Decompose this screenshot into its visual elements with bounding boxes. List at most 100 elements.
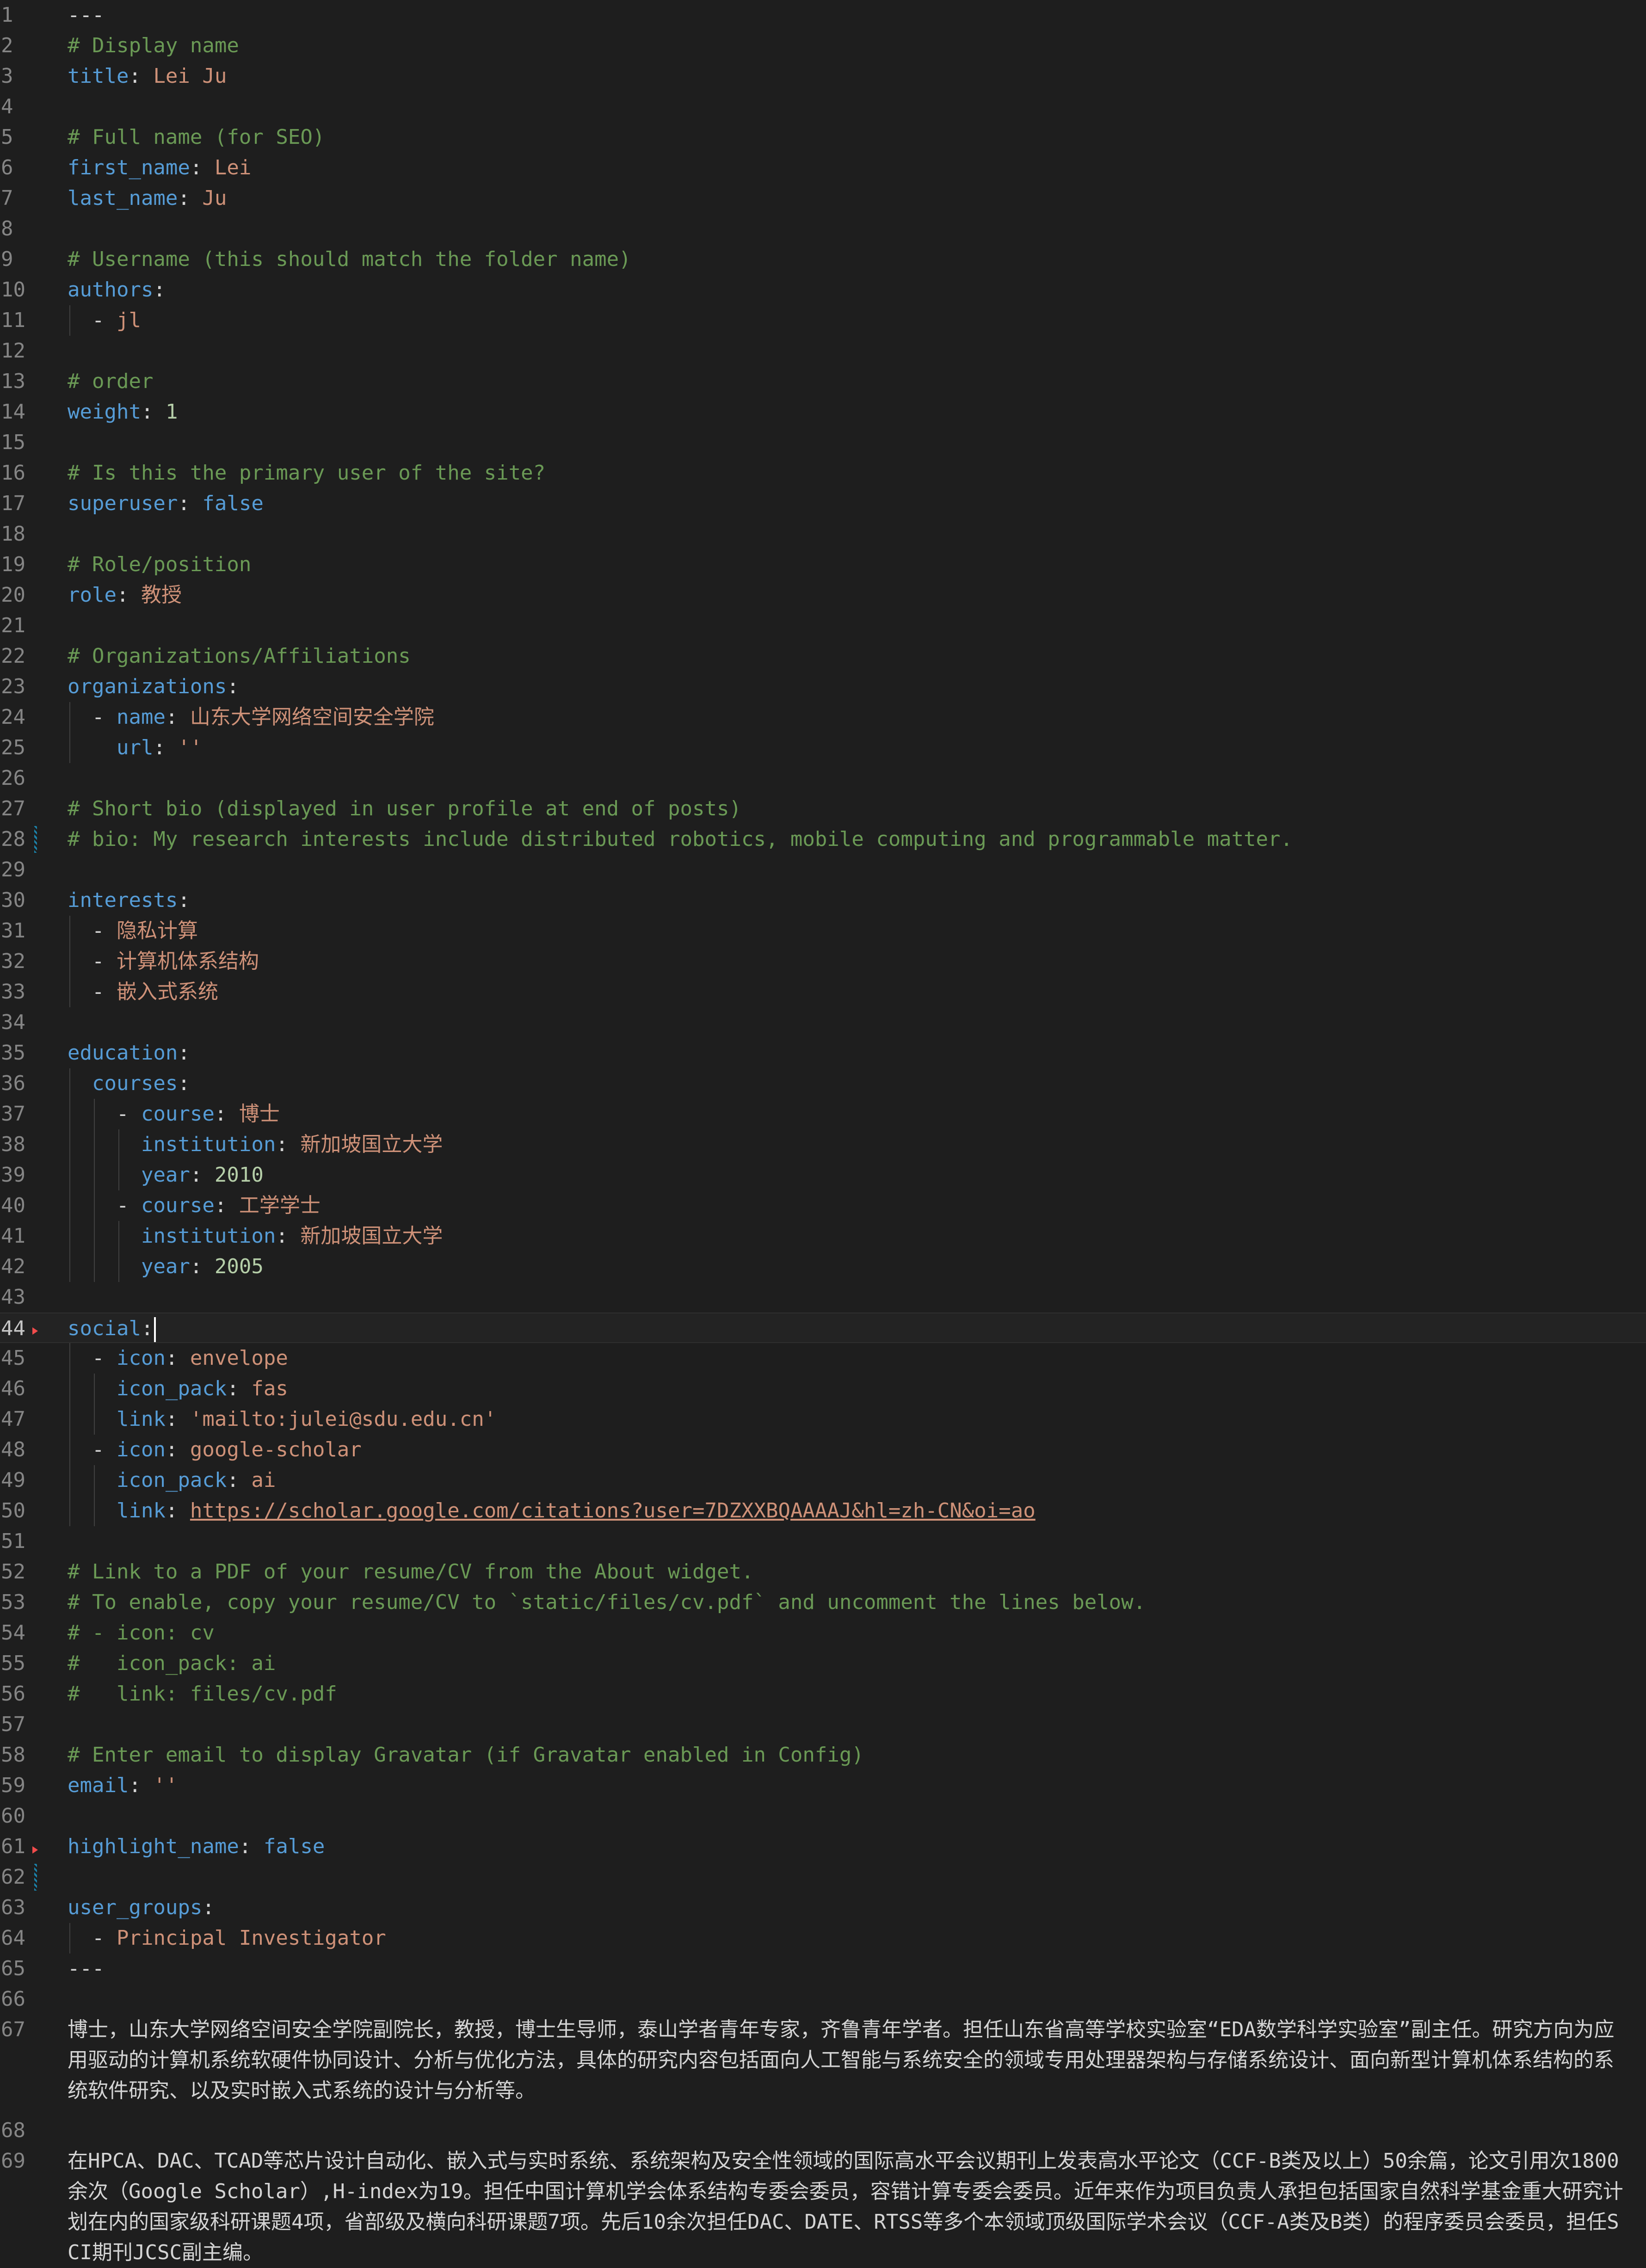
paragraph-text[interactable]: 博士，山东大学网络空间安全学院副院长，教授，博士生导师，泰山学者青年专家，齐鲁青… bbox=[68, 2015, 1631, 2106]
indent-guide bbox=[69, 1343, 70, 1526]
deleted-line-marker[interactable] bbox=[32, 1327, 38, 1335]
code-line[interactable]: 45 - icon: envelope bbox=[0, 1343, 1646, 1374]
code-line[interactable]: 21 bbox=[0, 610, 1646, 641]
code-line[interactable]: 48 - icon: google-scholar bbox=[0, 1435, 1646, 1465]
code-token: link bbox=[116, 1499, 166, 1522]
code-line[interactable]: 40 - course: 工学学士 bbox=[0, 1190, 1646, 1221]
code-line[interactable]: 7 last_name: Ju bbox=[0, 183, 1646, 214]
code-line[interactable]: 3 title: Lei Ju bbox=[0, 61, 1646, 92]
code-line[interactable]: 38 institution: 新加坡国立大学 bbox=[0, 1129, 1646, 1160]
code-line[interactable]: 35 education: bbox=[0, 1038, 1646, 1068]
code-line[interactable]: 39 year: 2010 bbox=[0, 1160, 1646, 1190]
code-line[interactable]: 12 bbox=[0, 336, 1646, 366]
code-line[interactable]: 4 bbox=[0, 92, 1646, 122]
code-line[interactable]: 59 email: '' bbox=[0, 1770, 1646, 1801]
line-number: 4 bbox=[1, 95, 13, 118]
code-line[interactable]: 62 bbox=[0, 1862, 1646, 1892]
code-line[interactable]: 66 bbox=[0, 1984, 1646, 2015]
code-line[interactable]: 60 bbox=[0, 1801, 1646, 1831]
code-line[interactable]: 28 # bio: My research interests include d… bbox=[0, 824, 1646, 855]
code-line[interactable]: 33 - 嵌入式系统 bbox=[0, 977, 1646, 1007]
code-line[interactable]: 50 link: https://scholar.google.com/cita… bbox=[0, 1496, 1646, 1526]
line-number: 21 bbox=[1, 614, 25, 637]
code-line[interactable]: 18 bbox=[0, 519, 1646, 549]
code-token: - bbox=[68, 1346, 117, 1370]
url-link[interactable]: https://scholar.google.com/citations?use… bbox=[190, 1499, 1036, 1522]
line-number: 14 bbox=[1, 400, 25, 424]
code-line[interactable]: 52 # Link to a PDF of your resume/CV from… bbox=[0, 1557, 1646, 1587]
code-line[interactable]: 46 icon_pack: fas bbox=[0, 1374, 1646, 1404]
code-text: - Principal Investigator bbox=[68, 1923, 386, 1954]
code-line[interactable]: 54 # - icon: cv bbox=[0, 1618, 1646, 1648]
code-token: # Display name bbox=[68, 34, 239, 57]
code-line[interactable]: 5 # Full name (for SEO) bbox=[0, 122, 1646, 153]
code-line[interactable]: 25 url: '' bbox=[0, 733, 1646, 763]
code-token: : bbox=[116, 583, 141, 607]
code-line[interactable]: 61 highlight_name: false bbox=[0, 1831, 1646, 1862]
code-line[interactable]: 42 year: 2005 bbox=[0, 1251, 1646, 1282]
code-line[interactable]: 64 - Principal Investigator bbox=[0, 1923, 1646, 1954]
code-text: - 计算机体系结构 bbox=[68, 946, 259, 977]
code-token: 博士 bbox=[239, 1102, 280, 1126]
code-line[interactable]: 8 bbox=[0, 214, 1646, 244]
code-token: superuser bbox=[68, 492, 178, 515]
code-line[interactable]: 26 bbox=[0, 763, 1646, 794]
code-line[interactable]: 27 # Short bio (displayed in user profile… bbox=[0, 794, 1646, 824]
code-line[interactable]: 65 --- bbox=[0, 1954, 1646, 1984]
code-token: --- bbox=[68, 3, 105, 27]
code-line[interactable]: 49 icon_pack: ai bbox=[0, 1465, 1646, 1496]
code-line[interactable]: 14 weight: 1 bbox=[0, 397, 1646, 427]
code-token: --- bbox=[68, 1957, 105, 1980]
code-token: role bbox=[68, 583, 117, 607]
code-line[interactable]: 24 - name: 山东大学网络空间安全学院 bbox=[0, 702, 1646, 733]
modified-line-marker[interactable] bbox=[34, 826, 37, 853]
code-line[interactable]: 44 social: bbox=[0, 1313, 1646, 1343]
indent-guide bbox=[69, 916, 70, 1007]
code-line[interactable]: 6 first_name: Lei bbox=[0, 153, 1646, 183]
code-line[interactable]: 17 superuser: false bbox=[0, 488, 1646, 519]
code-line[interactable]: 57 bbox=[0, 1709, 1646, 1740]
code-line[interactable]: 51 bbox=[0, 1526, 1646, 1557]
line-number: 35 bbox=[1, 1041, 25, 1065]
code-line[interactable]: 13 # order bbox=[0, 366, 1646, 397]
code-line[interactable]: 2 # Display name bbox=[0, 31, 1646, 61]
code-line[interactable]: 53 # To enable, copy your resume/CV to `s… bbox=[0, 1587, 1646, 1618]
code-line[interactable]: 58 # Enter email to display Gravatar (if … bbox=[0, 1740, 1646, 1770]
code-editor[interactable]: 1 --- 2 # Display name 3 title: Lei Ju 4 5 # Ful… bbox=[0, 0, 1646, 2264]
code-line[interactable]: 15 bbox=[0, 427, 1646, 458]
code-line[interactable]: 9 # Username (this should match the folde… bbox=[0, 244, 1646, 275]
code-line[interactable]: 56 # link: files/cv.pdf bbox=[0, 1679, 1646, 1709]
code-line[interactable]: 23 organizations: bbox=[0, 672, 1646, 702]
deleted-line-marker[interactable] bbox=[32, 1846, 38, 1854]
code-line[interactable]: 55 # icon_pack: ai bbox=[0, 1648, 1646, 1679]
code-token: false bbox=[202, 492, 264, 515]
code-line[interactable]: 32 - 计算机体系结构 bbox=[0, 946, 1646, 977]
code-line[interactable]: 36 courses: bbox=[0, 1068, 1646, 1099]
code-line[interactable]: 37 - course: 博士 bbox=[0, 1099, 1646, 1129]
code-token: # icon_pack: ai bbox=[68, 1652, 276, 1675]
code-token: weight bbox=[68, 400, 141, 424]
line-number: 57 bbox=[1, 1713, 25, 1736]
code-line[interactable]: 34 bbox=[0, 1007, 1646, 1038]
code-line[interactable]: 29 bbox=[0, 855, 1646, 885]
code-line[interactable]: 20 role: 教授 bbox=[0, 580, 1646, 610]
code-line[interactable]: 10 authors: bbox=[0, 275, 1646, 305]
line-number: 19 bbox=[1, 553, 25, 576]
code-line[interactable]: 1 --- bbox=[0, 0, 1646, 31]
code-line[interactable]: 11 - jl bbox=[0, 305, 1646, 336]
code-line[interactable]: 19 # Role/position bbox=[0, 549, 1646, 580]
code-line[interactable]: 16 # Is this the primary user of the site… bbox=[0, 458, 1646, 488]
modified-line-marker[interactable] bbox=[34, 1864, 37, 1891]
code-token: envelope bbox=[190, 1346, 288, 1370]
code-line[interactable]: 30 interests: bbox=[0, 885, 1646, 916]
code-line[interactable]: 41 institution: 新加坡国立大学 bbox=[0, 1221, 1646, 1251]
code-line[interactable]: 63 user_groups: bbox=[0, 1892, 1646, 1923]
code-line[interactable]: 43 bbox=[0, 1282, 1646, 1313]
code-line[interactable]: 47 link: 'mailto:julei@sdu.edu.cn' bbox=[0, 1404, 1646, 1435]
paragraph-text[interactable]: 在HPCA、DAC、TCAD等芯片设计自动化、嵌入式与实时系统、系统架构及安全性… bbox=[68, 2146, 1631, 2268]
code-text: - name: 山东大学网络空间安全学院 bbox=[68, 702, 434, 733]
code-line[interactable]: 31 - 隐私计算 bbox=[0, 916, 1646, 946]
code-line[interactable]: 22 # Organizations/Affiliations bbox=[0, 641, 1646, 672]
